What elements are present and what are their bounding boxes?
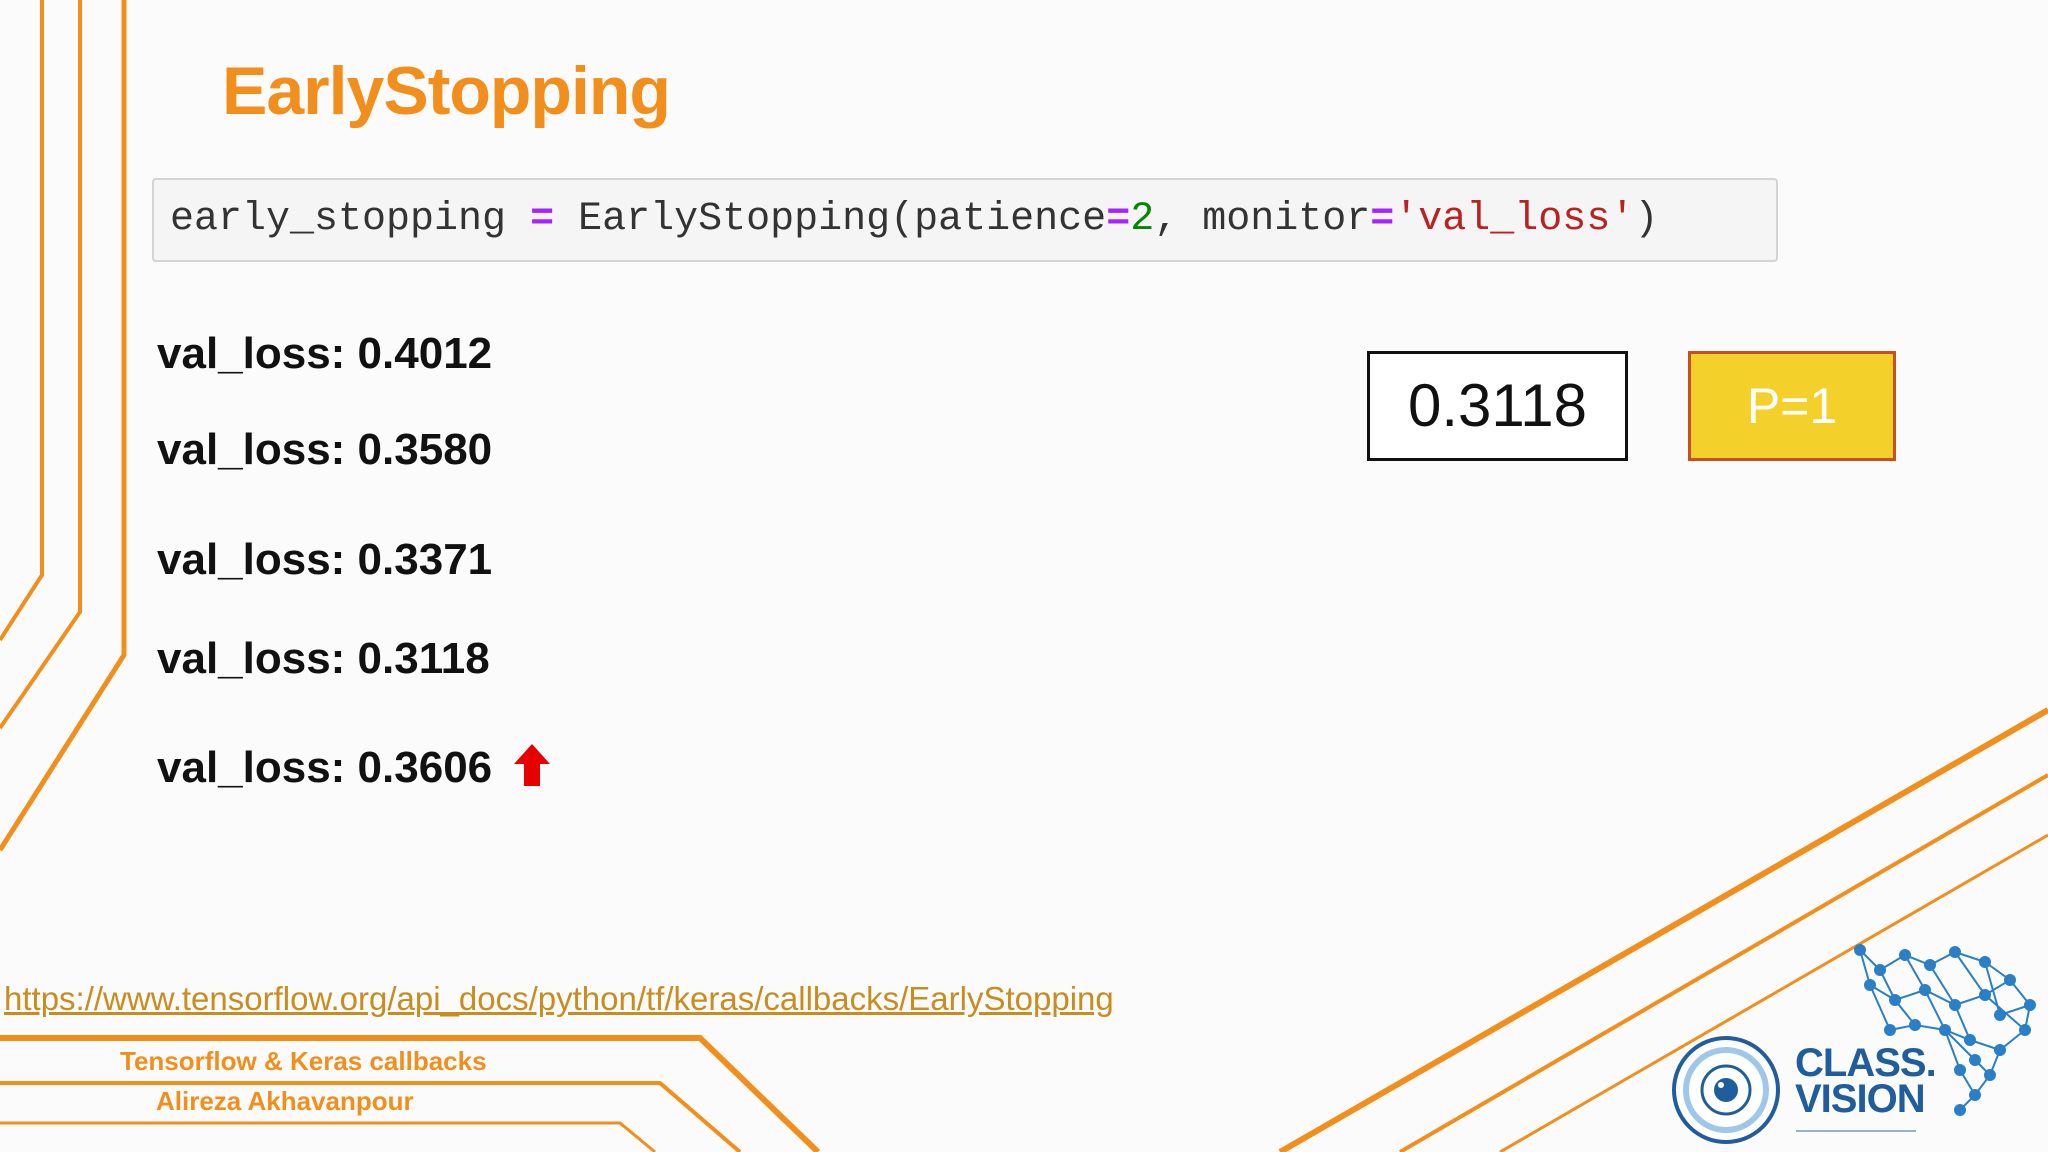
code-eq-op-2: = xyxy=(1370,197,1395,242)
logo-underline xyxy=(1796,1130,1916,1138)
loss-line-3: val_loss: 0.3371 xyxy=(157,535,493,584)
docs-link[interactable]: https://www.tensorflow.org/api_docs/pyth… xyxy=(4,980,1114,1018)
up-arrow-icon xyxy=(514,744,550,786)
code-variable: early_stopping xyxy=(170,197,531,242)
loss-line-4: val_loss: 0.3118 xyxy=(157,634,490,683)
logo-line-2: VISION xyxy=(1795,1077,1926,1121)
footer-author: Alireza Akhavanpour xyxy=(156,1086,414,1116)
code-string: 'val_loss' xyxy=(1394,197,1635,242)
code-number: 2 xyxy=(1130,197,1155,242)
footer-course: Tensorflow & Keras callbacks xyxy=(120,1046,487,1076)
code-close-paren: ) xyxy=(1634,197,1659,242)
slide-title: EarlyStopping xyxy=(222,53,671,129)
class-vision-logo: CLASS. VISION xyxy=(1795,1041,1937,1121)
patience-counter-box: P=1 xyxy=(1688,351,1896,461)
code-arg-patience: patience xyxy=(914,197,1107,242)
loss-line-1: val_loss: 0.4012 xyxy=(157,329,493,378)
best-value-box: 0.3118 xyxy=(1367,351,1628,461)
eye-logo-icon xyxy=(1672,1036,1780,1144)
code-arg-monitor: monitor xyxy=(1202,197,1371,242)
code-snippet: early_stopping = EarlyStopping(patience=… xyxy=(152,178,1778,262)
code-call: EarlyStopping xyxy=(554,197,891,242)
code-separator: , xyxy=(1154,197,1203,242)
code-eq-op: = xyxy=(1106,197,1131,242)
loss-line-5: val_loss: 0.3606 xyxy=(157,743,493,792)
logo-line-1: CLASS. xyxy=(1795,1041,1937,1085)
loss-line-2: val_loss: 0.3580 xyxy=(157,425,493,474)
code-assign-op: = xyxy=(530,197,555,242)
code-open-paren: ( xyxy=(890,197,915,242)
